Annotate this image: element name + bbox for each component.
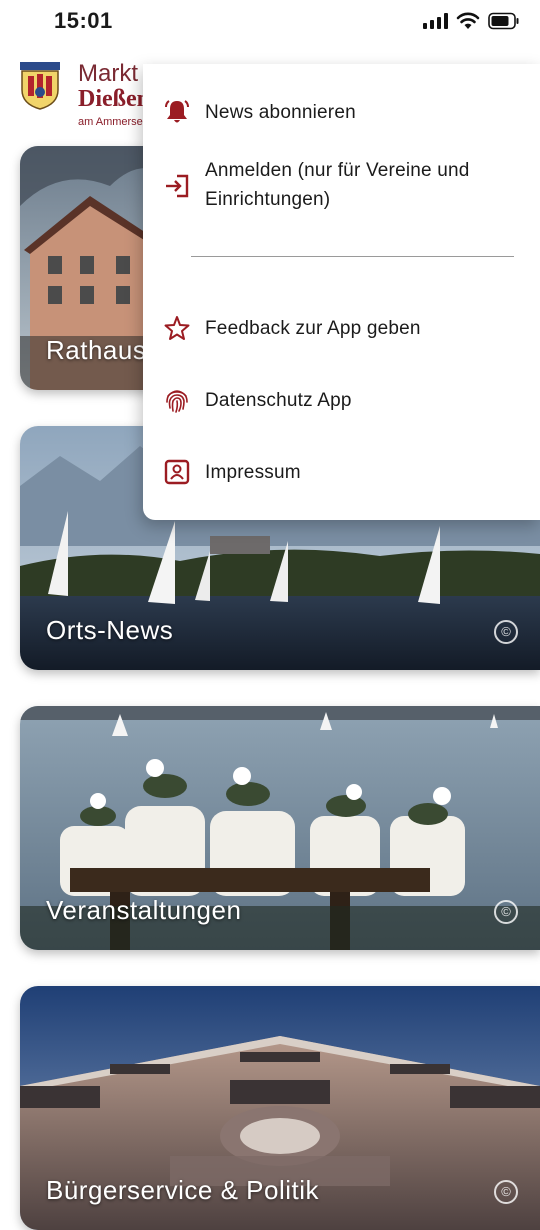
menu-item-datenschutz[interactable]: Datenschutz App [163,386,530,415]
status-icons [423,10,520,32]
wifi-icon [456,12,480,30]
tile-label: Orts-News [46,615,174,645]
brand-line-2: Dießen [78,86,150,112]
status-bar: 15:01 [0,0,540,44]
tile-label: Veranstaltungen [46,895,242,925]
tile-label: Rathaus [46,335,147,365]
star-icon [163,314,191,342]
menu-item-impressum[interactable]: Impressum [163,458,530,487]
copyright-icon: © [494,1180,518,1204]
tile-veranstaltungen[interactable]: Veranstaltungen © [20,706,540,950]
menu-item-anmelden[interactable]: Anmelden (nur für Vereine und Einrichtun… [163,156,530,214]
contact-card-icon [163,458,191,486]
fingerprint-icon [163,386,191,414]
menu-item-label: Datenschutz App [205,390,352,411]
brand-line-3: am Ammersee [78,116,149,128]
login-icon [163,172,191,200]
menu-item-label: Impressum [205,462,301,483]
menu-item-label: News abonnieren [205,102,356,123]
tile-label: Bürgerservice & Politik [46,1175,320,1205]
overflow-menu: News abonnieren Anmelden (nur für Verein… [143,64,540,520]
coat-of-arms-logo [20,62,60,110]
bell-icon [163,98,191,126]
copyright-icon: © [494,620,518,644]
copyright-icon: © [494,900,518,924]
menu-item-label: Feedback zur App geben [205,318,421,339]
menu-divider [191,256,514,257]
menu-item-label: Anmelden (nur für Vereine und Einrichtun… [205,160,470,210]
brand-line-1: Markt [78,60,138,87]
menu-item-news-abonnieren[interactable]: News abonnieren [163,98,530,127]
menu-item-feedback[interactable]: Feedback zur App geben [163,314,530,343]
status-time: 15:01 [54,8,113,33]
battery-icon [488,12,520,30]
tile-buergerservice-politik[interactable]: Bürgerservice & Politik © [20,986,540,1230]
cellular-signal-icon [423,13,448,29]
